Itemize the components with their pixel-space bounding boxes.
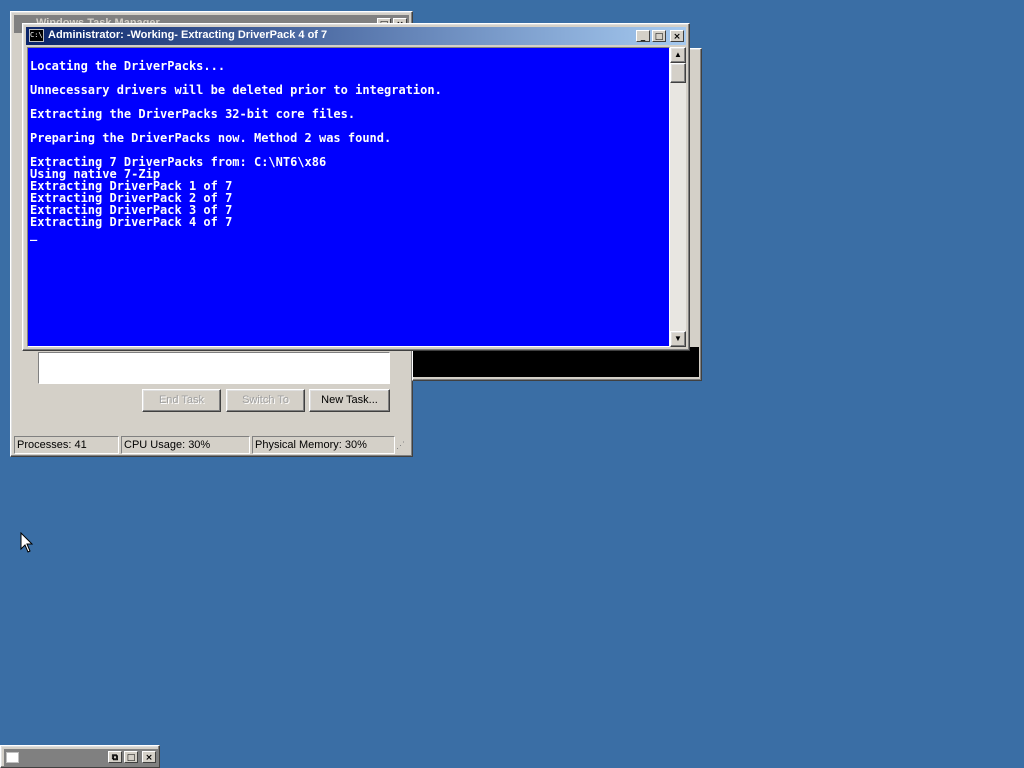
minimize-icon[interactable]: _ [636, 30, 650, 42]
size-grip-icon[interactable]: ⋰ [396, 440, 408, 452]
scroll-up-icon[interactable]: ▲ [670, 47, 686, 63]
console-line: Extracting DriverPack 4 of 7 [30, 215, 233, 229]
status-bar: Processes: 41 CPU Usage: 30% Physical Me… [14, 436, 408, 454]
new-task-button[interactable]: New Task... [309, 389, 390, 412]
console-line: Extracting the DriverPacks 32-bit core f… [30, 107, 356, 121]
console-line: Locating the DriverPacks... [30, 59, 226, 73]
cmd-icon: C:\ [29, 29, 44, 42]
restore-icon[interactable]: ⧉ [108, 751, 122, 763]
mouse-cursor-icon [20, 532, 34, 553]
maximize-icon[interactable]: □ [124, 751, 138, 763]
scroll-thumb[interactable] [670, 63, 686, 83]
minimized-window[interactable]: ⧉ □ × [0, 745, 160, 768]
console-output[interactable]: Locating the DriverPacks... Unnecessary … [27, 47, 670, 347]
status-cpu-usage: CPU Usage: 30% [121, 436, 250, 454]
close-icon[interactable]: × [670, 30, 684, 42]
console-cursor: _ [30, 227, 38, 241]
maximize-icon[interactable]: □ [652, 30, 666, 42]
console-scrollbar[interactable]: ▲ ▼ [670, 47, 686, 347]
console-window[interactable]: C:\ Administrator: -Working- Extracting … [22, 23, 690, 351]
task-list[interactable] [38, 352, 390, 384]
minimized-window-titlebar[interactable]: ⧉ □ × [4, 749, 158, 767]
cmd-icon [6, 752, 19, 763]
console-titlebar[interactable]: C:\ Administrator: -Working- Extracting … [26, 27, 686, 45]
end-task-button[interactable]: End Task [142, 389, 221, 412]
scroll-down-icon[interactable]: ▼ [670, 331, 686, 347]
close-icon[interactable]: × [142, 751, 156, 763]
status-physical-memory: Physical Memory: 30% [252, 436, 395, 454]
console-line: Preparing the DriverPacks now. Method 2 … [30, 131, 392, 145]
background-console-screen [413, 347, 699, 377]
status-processes: Processes: 41 [14, 436, 119, 454]
switch-to-button[interactable]: Switch To [226, 389, 305, 412]
console-title: Administrator: -Working- Extracting Driv… [48, 29, 328, 41]
console-line: Unnecessary drivers will be deleted prio… [30, 83, 442, 97]
